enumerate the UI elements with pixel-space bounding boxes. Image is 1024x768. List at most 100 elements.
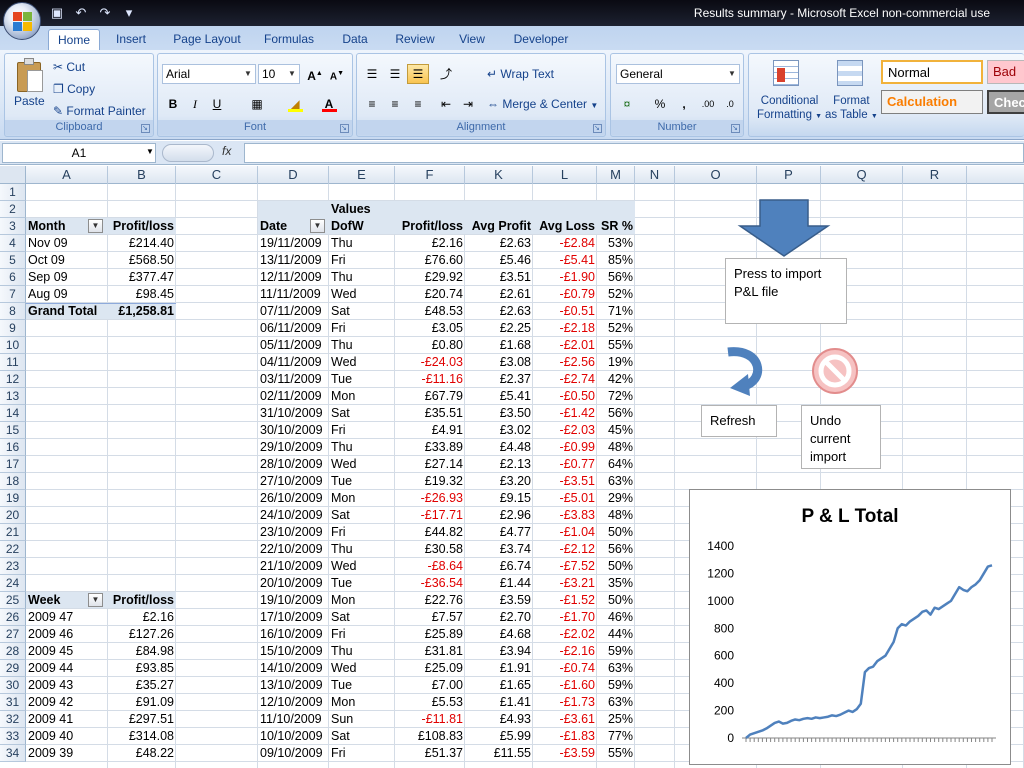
pivot-cell[interactable]: Tue xyxy=(329,575,395,592)
currency-icon[interactable]: ¤ xyxy=(616,94,638,114)
pivot-cell[interactable]: £31.81 xyxy=(395,643,465,660)
pivot-cell[interactable]: -£11.81 xyxy=(395,711,465,728)
pivot-cell[interactable]: 64% xyxy=(597,456,635,473)
pivot-cell[interactable]: 07/11/2009 xyxy=(258,303,329,320)
pivot-cell[interactable]: -£1.04 xyxy=(533,524,597,541)
format-as-table-button[interactable]: Format as Table ▼ xyxy=(825,94,878,124)
pivot-cell[interactable]: £3.94 xyxy=(465,643,533,660)
pivot-row-label[interactable]: Sep 09 xyxy=(26,269,108,286)
pivot-cell[interactable]: Mon xyxy=(329,490,395,507)
pivot-cell[interactable]: -£3.21 xyxy=(533,575,597,592)
pivot-cell[interactable]: 26/10/2009 xyxy=(258,490,329,507)
pivot-row-label[interactable]: 2009 39 xyxy=(26,745,108,762)
copy-button[interactable]: ❐ Copy xyxy=(53,82,95,96)
pivot-cell[interactable]: £2.96 xyxy=(465,507,533,524)
row-header-32[interactable]: 32 xyxy=(0,711,26,728)
row-header-3[interactable]: 3 xyxy=(0,218,26,235)
pivot-cell[interactable]: £1.91 xyxy=(465,660,533,677)
row-header-9[interactable]: 9 xyxy=(0,320,26,337)
pivot-cell[interactable]: -£3.51 xyxy=(533,473,597,490)
row-header-6[interactable]: 6 xyxy=(0,269,26,286)
pivot-cell[interactable]: £2.13 xyxy=(465,456,533,473)
row-header-30[interactable]: 30 xyxy=(0,677,26,694)
pivot-value[interactable]: £48.22 xyxy=(108,745,176,762)
pivot-cell[interactable]: 30/10/2009 xyxy=(258,422,329,439)
tab-formulas[interactable]: Formulas xyxy=(256,29,322,50)
pivot-cell[interactable]: £5.46 xyxy=(465,252,533,269)
tab-insert[interactable]: Insert xyxy=(106,29,156,50)
pivot-cell[interactable]: Mon xyxy=(329,592,395,609)
pivot-cell[interactable]: -£2.74 xyxy=(533,371,597,388)
pivot-row-label[interactable]: 2009 46 xyxy=(26,626,108,643)
bold-button[interactable]: B xyxy=(162,94,184,114)
pivot-cell[interactable]: £4.91 xyxy=(395,422,465,439)
pivot-cell[interactable]: £1.44 xyxy=(465,575,533,592)
pivot-cell[interactable]: 21/10/2009 xyxy=(258,558,329,575)
pivot-cell[interactable]: 10/10/2009 xyxy=(258,728,329,745)
comma-button[interactable]: , xyxy=(673,94,695,114)
pivot-cell[interactable]: Wed xyxy=(329,456,395,473)
pivot-cell[interactable]: Sat xyxy=(329,609,395,626)
pivot-cell[interactable]: 50% xyxy=(597,558,635,575)
pivot-value[interactable]: £127.26 xyxy=(108,626,176,643)
pivot-cell[interactable]: 55% xyxy=(597,337,635,354)
pivot-cell[interactable]: £3.08 xyxy=(465,354,533,371)
pivot-cell[interactable]: -£2.01 xyxy=(533,337,597,354)
align-bottom-icon[interactable]: ☰ xyxy=(407,64,429,84)
pivot-cell[interactable]: £7.57 xyxy=(395,609,465,626)
tab-home[interactable]: Home xyxy=(48,29,100,50)
increase-indent-icon[interactable]: ⇥ xyxy=(457,94,479,114)
pivot-cell[interactable]: 14/10/2009 xyxy=(258,660,329,677)
pivot-cell[interactable]: -£1.52 xyxy=(533,592,597,609)
pivot-cell[interactable]: 27/10/2009 xyxy=(258,473,329,490)
tab-developer[interactable]: Developer xyxy=(504,29,578,50)
row-header-23[interactable]: 23 xyxy=(0,558,26,575)
pivot-cell[interactable]: -£8.64 xyxy=(395,558,465,575)
pivot-cell[interactable]: 09/10/2009 xyxy=(258,745,329,762)
pivot-cell[interactable]: 48% xyxy=(597,507,635,524)
column-header-k[interactable]: K xyxy=(465,166,533,184)
pivot-cell[interactable]: 50% xyxy=(597,592,635,609)
tab-data[interactable]: Data xyxy=(332,29,378,50)
italic-button[interactable]: I xyxy=(184,94,206,114)
column-header-e[interactable]: E xyxy=(329,166,395,184)
pivot-header[interactable]: DofW xyxy=(329,218,395,235)
pivot-cell[interactable]: 56% xyxy=(597,541,635,558)
pivot-row-label[interactable]: 2009 47 xyxy=(26,609,108,626)
pivot-cell[interactable]: Fri xyxy=(329,626,395,643)
align-top-icon[interactable]: ☰ xyxy=(361,64,383,84)
column-header-n[interactable]: N xyxy=(635,166,675,184)
pivot-cell[interactable]: 12/10/2009 xyxy=(258,694,329,711)
pivot-cell[interactable]: Tue xyxy=(329,677,395,694)
pivot-cell[interactable]: 02/11/2009 xyxy=(258,388,329,405)
pivot-cell[interactable]: Tue xyxy=(329,371,395,388)
pivot-cell[interactable]: £2.16 xyxy=(395,235,465,252)
format-as-table-icon[interactable] xyxy=(837,60,865,88)
pivot-cell[interactable]: -£2.03 xyxy=(533,422,597,439)
pivot-values-label[interactable]: Values xyxy=(329,201,395,218)
shrink-font-button[interactable]: A▼ xyxy=(326,64,348,84)
column-header-q[interactable]: Q xyxy=(821,166,903,184)
pivot-cell[interactable]: -£3.59 xyxy=(533,745,597,762)
pivot-cell[interactable]: £44.82 xyxy=(395,524,465,541)
pivot-cell[interactable]: 06/11/2009 xyxy=(258,320,329,337)
pivot-cell[interactable]: £11.55 xyxy=(465,745,533,762)
pivot-cell[interactable]: 13/10/2009 xyxy=(258,677,329,694)
pivot-cell[interactable]: Fri xyxy=(329,745,395,762)
pivot-cell[interactable]: 19/10/2009 xyxy=(258,592,329,609)
row-header-34[interactable]: 34 xyxy=(0,745,26,762)
row-header-18[interactable]: 18 xyxy=(0,473,26,490)
customize-qat-icon[interactable]: ▾ xyxy=(120,4,138,22)
pivot-cell[interactable]: -£2.56 xyxy=(533,354,597,371)
pivot-header[interactable]: Avg Profit xyxy=(465,218,533,235)
pivot-cell[interactable]: Mon xyxy=(329,694,395,711)
pivot-row-label[interactable]: 2009 43 xyxy=(26,677,108,694)
pivot-cell[interactable]: £3.02 xyxy=(465,422,533,439)
pivot-cell[interactable]: 50% xyxy=(597,524,635,541)
pivot-cell[interactable]: -£3.83 xyxy=(533,507,597,524)
pivot-cell[interactable]: 52% xyxy=(597,320,635,337)
column-header-f[interactable]: F xyxy=(395,166,465,184)
pivot-row-label[interactable]: 2009 44 xyxy=(26,660,108,677)
pivot-cell[interactable]: 63% xyxy=(597,694,635,711)
pivot-cell[interactable]: -£2.18 xyxy=(533,320,597,337)
